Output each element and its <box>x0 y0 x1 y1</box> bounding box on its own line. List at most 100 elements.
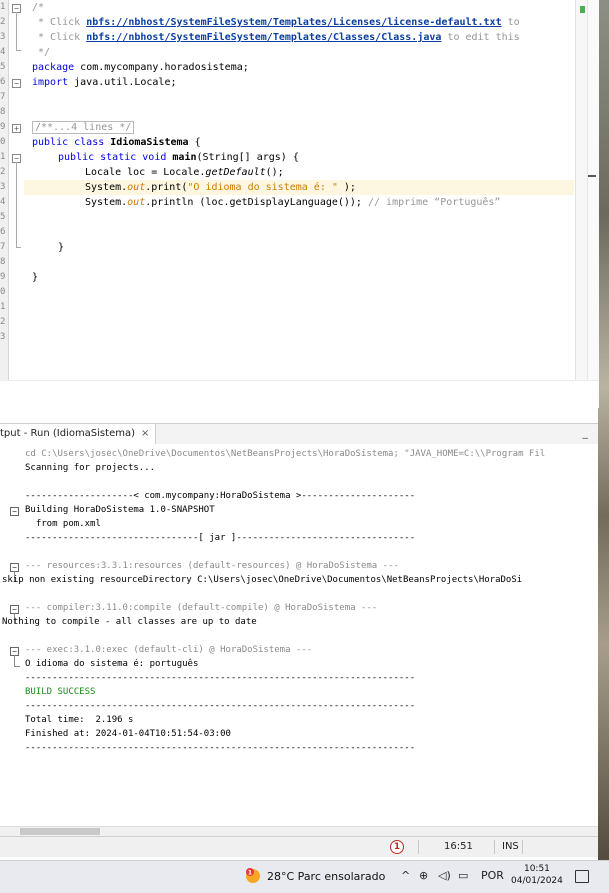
insert-mode[interactable]: INS <box>502 841 519 852</box>
fold-guide <box>14 655 15 666</box>
line-number: 4 <box>0 197 6 207</box>
notification-icon[interactable] <box>575 870 589 883</box>
windows-taskbar: 1 28°C Parc ensolarado ^ ⊕ ◁) ▭ POR 10:5… <box>0 860 609 893</box>
line-number: 3 <box>0 332 6 342</box>
code-line: import java.util.Locale; <box>32 77 177 88</box>
fold-expand-icon[interactable]: + <box>12 124 21 133</box>
speaker-icon[interactable]: ◁) <box>438 869 451 882</box>
fold-collapse-icon[interactable]: − <box>10 507 19 516</box>
line-number: 3 <box>0 32 6 42</box>
template-license-link[interactable]: nbfs://nbhost/SystemFileSystem/Templates… <box>86 17 501 28</box>
output-line: Total time: 2.196 s <box>25 715 134 725</box>
line-number: 6 <box>0 227 6 237</box>
line-number: 1 <box>0 2 6 12</box>
scrollbar-thumb[interactable] <box>20 828 100 835</box>
code-line: System.out.print("O idioma do sistema é:… <box>85 182 356 193</box>
tab-label: tput - Run (IdiomaSistema) <box>0 428 135 439</box>
clock-date: 04/01/2024 <box>511 876 563 886</box>
code-line: public static void main(String[] args) { <box>58 152 299 163</box>
folded-javadoc[interactable]: /**...4 lines */ <box>32 121 135 134</box>
cursor-position[interactable]: 16:51 <box>444 841 473 852</box>
error-stripe <box>587 0 599 408</box>
code-line: /* <box>32 2 45 13</box>
chevron-up-icon[interactable]: ^ <box>401 869 410 882</box>
code-line: package com.mycompany.horadosistema; <box>32 62 249 73</box>
code-line: System.out.println (loc.getDisplayLangua… <box>85 197 501 208</box>
fold-collapse-icon[interactable]: − <box>12 79 21 88</box>
status-bar: 1 16:51 INS <box>0 836 598 857</box>
code-line: } <box>32 272 39 283</box>
status-divider <box>418 840 419 854</box>
line-number: 4 <box>0 47 6 57</box>
fold-guide <box>16 162 17 247</box>
fold-guide-end <box>16 50 21 51</box>
pen-icon[interactable]: ⊕ <box>419 869 428 882</box>
line-number: 8 <box>0 257 6 267</box>
code-line: */ <box>32 47 51 58</box>
line-number: 7 <box>0 92 6 102</box>
output-line: Scanning for projects... <box>25 463 156 473</box>
status-divider <box>494 840 495 854</box>
line-number: 2 <box>0 317 6 327</box>
output-console[interactable]: cd C:\Users\josec\OneDrive\Documentos\Ne… <box>0 444 598 826</box>
line-number: 0 <box>0 287 6 297</box>
weather-text[interactable]: 28°C Parc ensolarado <box>267 870 385 883</box>
code-line: * Click nbfs://nbhost/SystemFileSystem/T… <box>32 32 520 43</box>
code-line: } <box>58 242 65 253</box>
code-line: public class IdiomaSistema { <box>32 137 201 148</box>
output-line: ----------------------------------------… <box>25 743 416 753</box>
output-line: from pom.xml <box>25 519 101 529</box>
output-line: --- resources:3.3.1:resources (default-r… <box>25 561 399 571</box>
fold-guide <box>16 12 17 50</box>
language-indicator[interactable]: POR <box>481 869 504 882</box>
output-line: --------------------------------[ jar ]-… <box>25 533 416 543</box>
tab-output-run[interactable]: tput - Run (IdiomaSistema) × <box>0 424 157 444</box>
svg-text:1: 1 <box>248 870 252 877</box>
line-number: 8 <box>0 107 6 117</box>
fold-guide-end <box>14 666 20 667</box>
code-line: * Click nbfs://nbhost/SystemFileSystem/T… <box>32 17 520 28</box>
clock-time: 10:51 <box>523 864 550 874</box>
desktop-wallpaper-edge <box>598 0 609 860</box>
output-line: cd C:\Users\josec\OneDrive\Documentos\Ne… <box>25 449 546 459</box>
line-number: 9 <box>0 272 6 282</box>
caret-marker <box>588 175 596 177</box>
output-line: --- compiler:3.11.0:compile (default-com… <box>25 603 378 613</box>
no-errors-indicator <box>580 6 585 13</box>
line-number: 0 <box>0 137 6 147</box>
output-line: ----------------------------------------… <box>25 673 416 683</box>
line-number: 7 <box>0 242 6 252</box>
output-line: --- exec:3.1.0:exec (default-cli) @ Hora… <box>25 645 313 655</box>
code-line: Locale loc = Locale.getDefault(); <box>85 167 284 178</box>
output-line: --------------------< com.mycompany:Hora… <box>25 491 416 501</box>
build-success: BUILD SUCCESS <box>25 687 96 697</box>
minimize-button[interactable]: _ <box>583 424 589 442</box>
taskbar-clock[interactable]: 10:51 04/01/2024 <box>511 863 563 887</box>
code-line: /**...4 lines */ <box>32 120 135 135</box>
output-line: ----------------------------------------… <box>25 701 416 711</box>
line-number: 1 <box>0 302 6 312</box>
line-number: 3 <box>0 182 6 192</box>
status-divider <box>522 840 523 854</box>
notification-warning-icon[interactable]: 1 <box>390 840 404 854</box>
program-output-line: O idioma do sistema é: português <box>25 659 199 669</box>
line-number: 6 <box>0 77 6 87</box>
template-class-link[interactable]: nbfs://nbhost/SystemFileSystem/Templates… <box>86 32 441 43</box>
line-number: 5 <box>0 212 6 222</box>
editor-bottom-area <box>0 380 598 409</box>
fold-guide-end <box>16 247 21 248</box>
output-line: skip non existing resourceDirectory C:\U… <box>2 575 523 585</box>
output-tab-bar: tput - Run (IdiomaSistema) × _ <box>0 423 598 445</box>
output-line: Building HoraDoSistema 1.0-SNAPSHOT <box>25 505 215 515</box>
output-line: Finished at: 2024-01-04T10:51:54-03:00 <box>25 729 231 739</box>
line-number: 5 <box>0 62 6 72</box>
line-number: 2 <box>0 167 6 177</box>
network-icon[interactable]: ▭ <box>458 869 468 882</box>
code-editor[interactable]: 12345678901234567890123 − − + − /* * Cli… <box>0 0 599 409</box>
line-number: 2 <box>0 17 6 27</box>
weather-sun-icon[interactable]: 1 <box>244 867 262 885</box>
close-icon[interactable]: × <box>141 424 149 444</box>
output-line: Nothing to compile - all classes are up … <box>2 617 257 627</box>
line-number: 9 <box>0 122 6 132</box>
line-number: 1 <box>0 152 6 162</box>
